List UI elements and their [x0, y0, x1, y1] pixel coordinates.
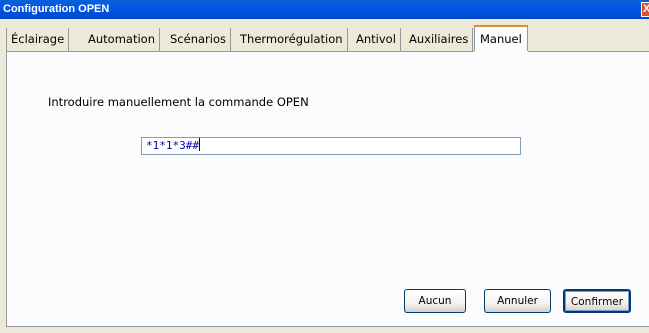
tab-antivol[interactable]: Antivol	[352, 28, 401, 51]
command-value: *1*1*3##	[146, 139, 199, 152]
tab-automation[interactable]: Automation	[84, 28, 160, 51]
configuration-dialog: Configuration OPEN X Éclairage Automatio…	[0, 0, 649, 333]
close-icon: X	[643, 3, 649, 15]
tab-manuel[interactable]: Manuel	[474, 25, 528, 52]
active-tab-join	[474, 51, 528, 53]
window-title: Configuration OPEN	[3, 3, 110, 15]
tab-thermoregulation[interactable]: Thermorégulation	[236, 28, 348, 51]
cancel-button[interactable]: Annuler	[484, 289, 551, 313]
title-bar[interactable]: Configuration OPEN X	[0, 0, 649, 19]
none-button[interactable]: Aucun	[404, 289, 466, 313]
close-button[interactable]: X	[641, 2, 649, 17]
tab-auxiliaires[interactable]: Auxiliaires	[405, 28, 474, 51]
open-command-input[interactable]: *1*1*3##	[141, 137, 521, 155]
tab-scenarios[interactable]: Scénarios	[166, 28, 231, 51]
tab-eclairage[interactable]: Éclairage	[6, 28, 70, 51]
text-caret	[198, 138, 200, 151]
instruction-label: Introduire manuellement la commande OPEN	[48, 95, 309, 109]
manual-tab-panel	[6, 51, 649, 327]
confirm-button[interactable]: Confirmer	[563, 289, 631, 313]
